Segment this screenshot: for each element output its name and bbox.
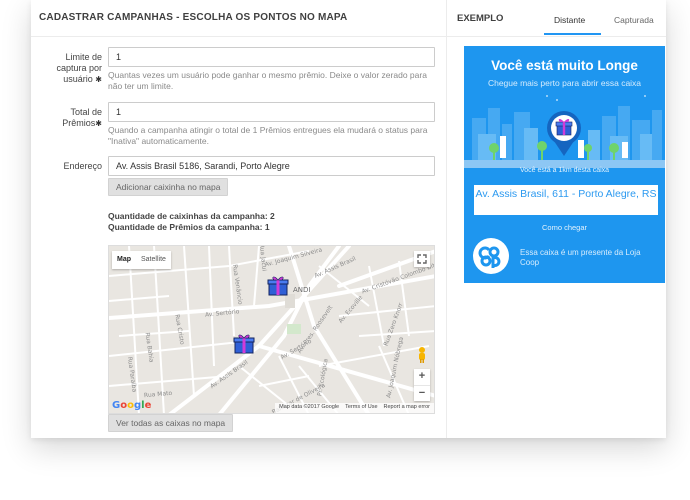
example-title: EXEMPLO (457, 13, 504, 24)
coop-logo-icon (478, 246, 501, 268)
boxes-count: Quantidade de caixinhas da campanha: 2 (108, 211, 275, 221)
tab-capturada[interactable]: Capturada (614, 15, 654, 25)
tab-distante[interactable]: Distante (554, 15, 585, 25)
total-label: Total de Prêmios✱ (62, 107, 102, 128)
active-tab-indicator (544, 33, 601, 35)
limite-label: Limite de captura por usuário ✱ (56, 52, 102, 84)
preview-gift-text: Essa caixa é um presente da Loja Coop (520, 248, 641, 267)
map-tab-map[interactable]: Map (112, 251, 136, 269)
preview-subtitle: Chegue mais perto para abrir essa caixa (487, 78, 642, 88)
campaign-card: CADASTRAR CAMPANHAS - ESCOLHA OS PONTOS … (31, 0, 666, 438)
preview-title: Você está muito Longe (491, 58, 638, 73)
add-box-button[interactable]: Adicionar caixinha no mapa (108, 178, 229, 196)
fullscreen-icon (417, 254, 427, 264)
pegman-icon (419, 347, 425, 363)
map-tab-satellite[interactable]: Satellite (136, 251, 171, 269)
gift-icon (233, 334, 255, 354)
zoom-out-button[interactable]: − (414, 385, 430, 401)
fullscreen-button[interactable] (414, 251, 430, 267)
total-help: Quando a campanha atingir o total de 1 P… (108, 125, 428, 146)
map-attribution: Map data ©2017 Google Terms of Use Repor… (275, 403, 434, 413)
preview-distance: Você está a 1km desta caixa (519, 167, 610, 174)
required-icon: ✱ (95, 75, 102, 84)
map-view[interactable]: Av. Assis Brasil Av. Sertório Av. Sertór… (108, 245, 435, 414)
prizes-count: Quantidade de Prêmios da campanha: 1 (108, 222, 270, 232)
total-input[interactable]: 1 (108, 102, 435, 122)
coop-logo (473, 238, 509, 274)
gift-marker[interactable] (233, 332, 255, 354)
required-icon: ✱ (95, 119, 102, 128)
city-skyline-illustration (464, 95, 665, 168)
endereco-input[interactable]: Av. Assis Brasil 5186, Sarandi, Porto Al… (108, 156, 435, 176)
report-error-link[interactable]: Report a map error (384, 404, 430, 412)
example-panel: EXEMPLO Distante Capturada Você está mui… (447, 0, 666, 438)
preview-address: Av. Assis Brasil, 611 - Porto Alegre, RS (474, 185, 658, 215)
directions-link[interactable]: Como chegar (464, 223, 665, 232)
box-preview: Você está muito Longe Chegue mais perto … (464, 46, 665, 283)
map-type-control: Map Satellite (112, 251, 171, 269)
view-all-boxes-button[interactable]: Ver todas as caixas no mapa (108, 414, 234, 432)
terms-link[interactable]: Terms of Use (345, 404, 377, 412)
limite-input[interactable]: 1 (108, 47, 435, 67)
example-header: EXEMPLO Distante Capturada (447, 0, 666, 37)
limite-help: Quantas vezes um usuário pode ganhar o m… (108, 70, 427, 91)
google-logo: Google (112, 400, 152, 411)
zoom-control: + − (414, 369, 430, 401)
campaign-stats: Quantidade de caixinhas da campanha: 2 Q… (108, 211, 275, 233)
zoom-in-button[interactable]: + (414, 369, 430, 385)
form-title: CADASTRAR CAMPANHAS - ESCOLHA OS PONTOS … (31, 0, 446, 37)
endereco-label: Endereço (63, 161, 102, 171)
pegman-button[interactable] (415, 346, 429, 364)
gift-marker[interactable] (267, 274, 289, 296)
gift-icon (267, 276, 289, 296)
form-panel: CADASTRAR CAMPANHAS - ESCOLHA OS PONTOS … (31, 0, 447, 438)
